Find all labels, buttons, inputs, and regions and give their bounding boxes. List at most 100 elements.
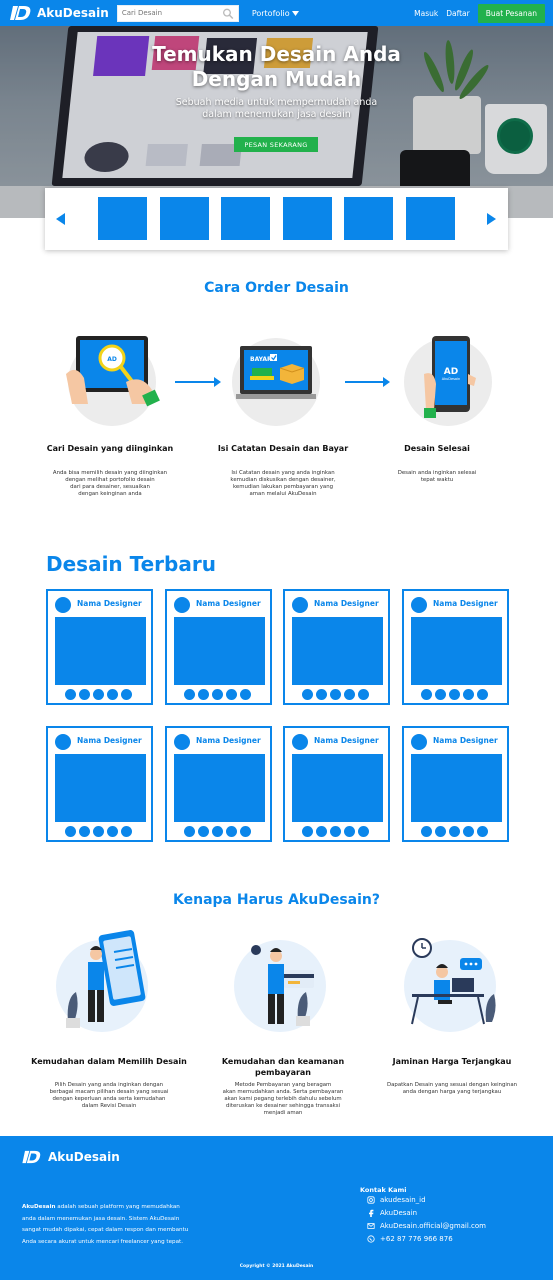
designer-name[interactable]: Nama Designer bbox=[314, 736, 379, 745]
design-thumbnail[interactable] bbox=[174, 617, 265, 685]
dot-indicator bbox=[358, 826, 369, 837]
person-phone-icon bbox=[66, 930, 146, 1028]
footer-brand: AkuDesain bbox=[48, 1150, 120, 1164]
dot-indicator bbox=[449, 689, 460, 700]
dot-indicator bbox=[421, 826, 432, 837]
dot-indicator bbox=[240, 826, 251, 837]
designer-avatar[interactable] bbox=[174, 734, 190, 750]
person-desk-icon bbox=[411, 938, 496, 1025]
carousel-slide[interactable] bbox=[406, 197, 455, 240]
design-thumbnail[interactable] bbox=[292, 617, 383, 685]
dot-indicator bbox=[93, 689, 104, 700]
carousel-slide[interactable] bbox=[160, 197, 209, 240]
dot-indicator bbox=[421, 689, 432, 700]
designer-name[interactable]: Nama Designer bbox=[196, 736, 261, 745]
search-icon[interactable] bbox=[222, 7, 234, 20]
hero-subtitle: Sebuah media untuk mempermudah anda dala… bbox=[175, 97, 378, 120]
design-thumbnail[interactable] bbox=[292, 754, 383, 822]
search-box[interactable] bbox=[116, 4, 239, 22]
brand-name: AkuDesain bbox=[37, 6, 109, 20]
create-order-button[interactable]: Buat Pesanan bbox=[477, 3, 545, 23]
design-thumbnail[interactable] bbox=[55, 617, 146, 685]
facebook-link[interactable]: AkuDesain bbox=[367, 1209, 417, 1217]
design-card[interactable]: Nama Designer bbox=[283, 726, 390, 842]
designer-avatar[interactable] bbox=[411, 734, 427, 750]
design-card[interactable]: Nama Designer bbox=[46, 589, 153, 705]
design-thumbnail[interactable] bbox=[55, 754, 146, 822]
carousel-slide[interactable] bbox=[98, 197, 147, 240]
dot-indicator bbox=[93, 826, 104, 837]
designer-avatar[interactable] bbox=[174, 597, 190, 613]
instagram-link[interactable]: akudesain_id bbox=[367, 1196, 426, 1204]
why-1-desc: Pilih Desain yang anda inginkan dengan be… bbox=[49, 1082, 169, 1109]
designer-avatar[interactable] bbox=[55, 734, 71, 750]
carousel-slide[interactable] bbox=[221, 197, 270, 240]
dot-indicator bbox=[435, 689, 446, 700]
dot-indicator bbox=[316, 826, 327, 837]
order-now-button[interactable]: PESAN SEKARANG bbox=[234, 137, 318, 152]
dot-indicator bbox=[302, 826, 313, 837]
designer-name[interactable]: Nama Designer bbox=[433, 599, 498, 608]
card-dots bbox=[65, 689, 132, 700]
search-input[interactable] bbox=[121, 9, 223, 17]
carousel-slide[interactable] bbox=[344, 197, 393, 240]
laptop-pay-icon: BAYAR bbox=[236, 346, 316, 399]
dot-indicator bbox=[316, 689, 327, 700]
design-thumbnail[interactable] bbox=[411, 617, 502, 685]
designer-name[interactable]: Nama Designer bbox=[77, 599, 142, 608]
dot-indicator bbox=[212, 689, 223, 700]
design-card[interactable]: Nama Designer bbox=[165, 726, 272, 842]
designer-name[interactable]: Nama Designer bbox=[314, 599, 379, 608]
designer-name[interactable]: Nama Designer bbox=[196, 599, 261, 608]
step-3-desc: Desain anda inginkan selesai tepat waktu bbox=[397, 470, 477, 483]
dot-indicator bbox=[435, 826, 446, 837]
dot-indicator bbox=[463, 826, 474, 837]
designer-avatar[interactable] bbox=[411, 597, 427, 613]
design-card[interactable]: Nama Designer bbox=[46, 726, 153, 842]
navbar: AkuDesain Portofolio Masuk Daftar Buat P… bbox=[0, 0, 553, 26]
dot-indicator bbox=[344, 826, 355, 837]
designer-avatar[interactable] bbox=[55, 597, 71, 613]
step-2-title: Isi Catatan Desain dan Bayar bbox=[217, 444, 349, 453]
register-link[interactable]: Daftar bbox=[446, 9, 470, 18]
brand-logo[interactable]: AkuDesain bbox=[10, 5, 109, 21]
dot-indicator bbox=[449, 826, 460, 837]
carousel-next-icon[interactable] bbox=[487, 213, 496, 225]
phone-link[interactable]: +62 87 776 966 876 bbox=[367, 1235, 453, 1243]
portfolio-dropdown[interactable]: Portofolio bbox=[252, 9, 299, 18]
login-link[interactable]: Masuk bbox=[414, 9, 438, 18]
designer-avatar[interactable] bbox=[292, 597, 308, 613]
design-card[interactable]: Nama Designer bbox=[402, 589, 509, 705]
person-card-icon bbox=[251, 945, 314, 1026]
logo-icon bbox=[22, 1150, 41, 1164]
copyright: Copyright © 2021 AkuDesain bbox=[239, 1264, 314, 1269]
dot-indicator bbox=[358, 689, 369, 700]
designer-avatar[interactable] bbox=[292, 734, 308, 750]
design-carousel bbox=[45, 188, 508, 250]
card-dots bbox=[421, 689, 488, 700]
dot-indicator bbox=[121, 689, 132, 700]
tablet-search-icon: AD bbox=[66, 336, 160, 407]
dot-indicator bbox=[184, 826, 195, 837]
flow-arrow-icon bbox=[345, 377, 390, 387]
dot-indicator bbox=[226, 689, 237, 700]
email-link[interactable]: AkuDesain.official@gmail.com bbox=[367, 1222, 486, 1230]
card-dots bbox=[421, 826, 488, 837]
design-card[interactable]: Nama Designer bbox=[283, 589, 390, 705]
dot-indicator bbox=[477, 826, 488, 837]
footer-description: AkuDesain adalah sebuah platform yang me… bbox=[22, 1204, 189, 1245]
carousel-slide[interactable] bbox=[283, 197, 332, 240]
designer-name[interactable]: Nama Designer bbox=[433, 736, 498, 745]
carousel-prev-icon[interactable] bbox=[56, 213, 65, 225]
design-thumbnail[interactable] bbox=[174, 754, 265, 822]
design-thumbnail[interactable] bbox=[411, 754, 502, 822]
footer-logo[interactable]: AkuDesain bbox=[22, 1150, 120, 1164]
design-card[interactable]: Nama Designer bbox=[165, 589, 272, 705]
dot-indicator bbox=[344, 689, 355, 700]
design-card[interactable]: Nama Designer bbox=[402, 726, 509, 842]
facebook-icon bbox=[369, 1209, 374, 1217]
svg-text:AD: AD bbox=[444, 367, 458, 377]
designer-name[interactable]: Nama Designer bbox=[77, 736, 142, 745]
logo-icon bbox=[10, 6, 31, 20]
instagram-icon bbox=[367, 1196, 375, 1204]
